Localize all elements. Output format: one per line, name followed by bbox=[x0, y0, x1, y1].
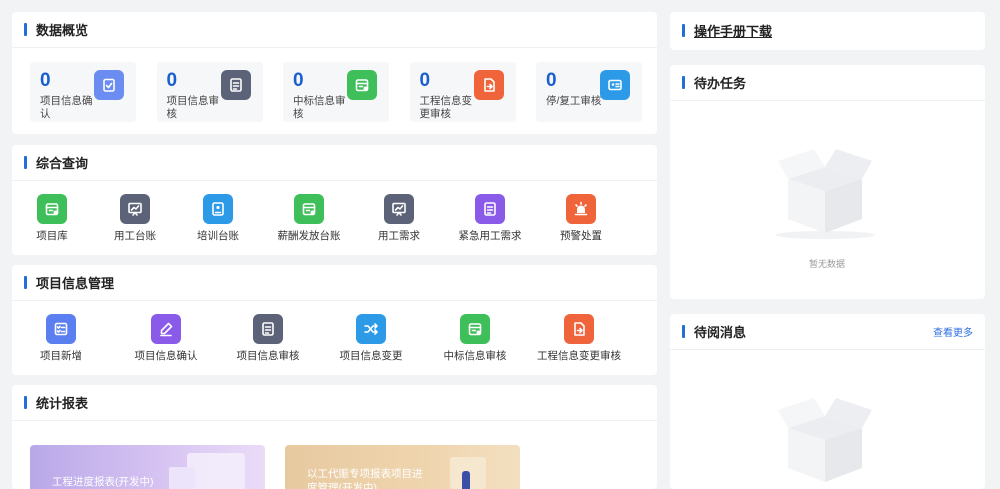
overview-card: 数据概览 0 项目信息确认 0 项目信息审核 0 中标信息审核 0 工程信息变更… bbox=[12, 12, 657, 134]
title-bar bbox=[682, 325, 685, 338]
messages-header: 待阅消息 查看更多 bbox=[670, 314, 985, 350]
title-bar bbox=[682, 76, 685, 89]
report-banner-text: 工程进度报表(开发中) bbox=[52, 476, 154, 488]
reports-card: 统计报表 工程进度报表(开发中) 以工代赈专项报表项目进度管理(开发中) bbox=[12, 385, 657, 489]
manage-label[interactable]: 项目信息变更 bbox=[340, 348, 403, 363]
report-illustration bbox=[187, 453, 245, 489]
title-bar bbox=[24, 23, 27, 36]
manage-label[interactable]: 工程信息变更审核 bbox=[537, 348, 621, 363]
stat-label: 中标信息审核 bbox=[293, 95, 346, 120]
stat-tile[interactable]: 0 工程信息变更审核 bbox=[409, 62, 516, 122]
query-label[interactable]: 培训台账 bbox=[197, 228, 239, 243]
alarm-icon[interactable] bbox=[566, 194, 596, 224]
query-label[interactable]: 用工需求 bbox=[378, 228, 420, 243]
stat-label: 停/复工审核 bbox=[546, 95, 602, 107]
manual-download-link[interactable]: 操作手册下载 bbox=[694, 21, 772, 40]
calendar-icon[interactable] bbox=[460, 314, 490, 344]
report-banner-text: 以工代赈专项报表项目进度管理(开发中) bbox=[307, 468, 423, 489]
reports-header: 统计报表 bbox=[12, 385, 657, 421]
report-banner-relief[interactable]: 以工代赈专项报表项目进度管理(开发中) bbox=[285, 445, 520, 489]
calendar-icon bbox=[347, 70, 377, 100]
todo-empty-text: 暂无数据 bbox=[808, 259, 846, 269]
stat-tile[interactable]: 0 停/复工审核 bbox=[536, 62, 642, 122]
stat-label: 项目信息审核 bbox=[166, 95, 220, 120]
manual-header: 操作手册下载 bbox=[670, 12, 985, 48]
title-bar bbox=[24, 276, 27, 289]
title-bar bbox=[24, 156, 27, 169]
stat-count: 0 bbox=[293, 70, 304, 91]
person-card-icon[interactable] bbox=[203, 194, 233, 224]
document-icon bbox=[220, 70, 251, 100]
calendar-icon[interactable] bbox=[37, 194, 67, 224]
manage-title: 项目信息管理 bbox=[36, 276, 115, 291]
manage-label[interactable]: 项目信息确认 bbox=[135, 348, 198, 363]
checklist-icon[interactable] bbox=[46, 314, 76, 344]
stat-tile[interactable]: 0 项目信息审核 bbox=[156, 62, 263, 122]
stat-count: 0 bbox=[166, 70, 178, 91]
overview-title: 数据概览 bbox=[36, 23, 89, 38]
query-label[interactable]: 薪酬发放台账 bbox=[278, 228, 341, 243]
id-card-icon bbox=[600, 70, 630, 100]
report-illustration-box bbox=[169, 467, 195, 489]
view-more-link[interactable]: 查看更多 bbox=[933, 324, 973, 339]
calendar-icon[interactable] bbox=[294, 194, 324, 224]
query-title: 综合查询 bbox=[36, 156, 89, 171]
messages-card: 待阅消息 查看更多 bbox=[670, 314, 985, 489]
document-icon[interactable] bbox=[475, 194, 505, 224]
pencil-icon[interactable] bbox=[151, 314, 181, 344]
person-figure-icon bbox=[462, 471, 470, 489]
chart-board-icon[interactable] bbox=[120, 194, 150, 224]
chart-board-icon[interactable] bbox=[384, 194, 414, 224]
todo-header: 待办任务 bbox=[670, 65, 985, 101]
query-header: 综合查询 bbox=[12, 145, 657, 181]
empty-box-icon bbox=[775, 149, 875, 239]
shuffle-icon[interactable] bbox=[356, 314, 386, 344]
query-label[interactable]: 紧急用工需求 bbox=[459, 228, 522, 243]
title-bar bbox=[24, 396, 27, 409]
title-bar bbox=[682, 23, 685, 37]
stat-label: 项目信息确认 bbox=[40, 95, 93, 120]
reports-title: 统计报表 bbox=[36, 396, 89, 411]
stat-label: 工程信息变更审核 bbox=[419, 95, 473, 120]
manage-header: 项目信息管理 bbox=[12, 265, 657, 301]
stat-tile[interactable]: 0 中标信息审核 bbox=[283, 62, 389, 122]
query-card: 综合查询 项目库 用工台账 培训台账 薪酬发放台账 用工需求 紧急用工需求 预警处置 bbox=[12, 145, 657, 255]
messages-title: 待阅消息 bbox=[694, 325, 747, 340]
manage-card: 项目信息管理 项目新增 项目信息确认 项目信息审核 项目信息变更 中标信息审核 工程信息变… bbox=[12, 265, 657, 375]
file-arrow-icon[interactable] bbox=[564, 314, 594, 344]
stat-tile[interactable]: 0 项目信息确认 bbox=[30, 62, 136, 122]
query-label[interactable]: 预警处置 bbox=[560, 228, 602, 243]
manual-card: 操作手册下载 bbox=[670, 12, 985, 50]
query-label[interactable]: 项目库 bbox=[36, 228, 68, 243]
clipboard-check-icon bbox=[94, 70, 124, 100]
query-label[interactable]: 用工台账 bbox=[114, 228, 156, 243]
stat-count: 0 bbox=[546, 70, 557, 91]
stat-count: 0 bbox=[419, 70, 431, 91]
todo-title: 待办任务 bbox=[694, 76, 747, 91]
document-icon[interactable] bbox=[253, 314, 283, 344]
overview-header: 数据概览 bbox=[12, 12, 657, 48]
stat-count: 0 bbox=[40, 70, 51, 91]
manage-label[interactable]: 项目信息审核 bbox=[237, 348, 300, 363]
manage-label[interactable]: 中标信息审核 bbox=[444, 348, 507, 363]
file-arrow-icon bbox=[473, 70, 504, 100]
report-banner-progress[interactable]: 工程进度报表(开发中) bbox=[30, 445, 265, 489]
todo-card: 待办任务 暂无数据 bbox=[670, 65, 985, 299]
manage-label[interactable]: 项目新增 bbox=[40, 348, 82, 363]
empty-box-icon bbox=[778, 398, 872, 482]
